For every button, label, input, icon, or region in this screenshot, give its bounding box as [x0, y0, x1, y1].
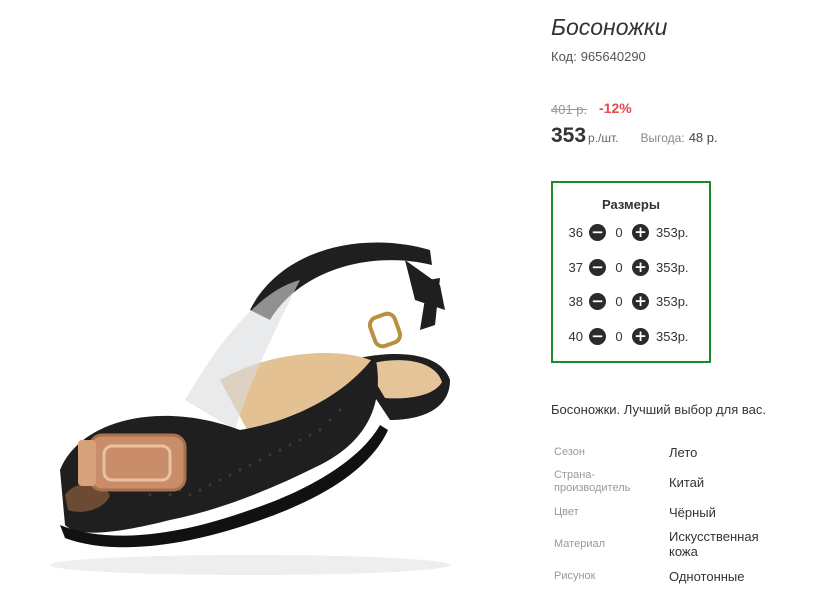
size-price: 353р.: [656, 224, 689, 240]
attr-label-pattern: Рисунок: [554, 570, 596, 582]
size-value: 36: [568, 224, 583, 240]
size-row: 40 − 0 + 353р.: [563, 325, 689, 347]
size-price: 353р.: [656, 293, 689, 309]
attr-value-season: Лето: [669, 445, 698, 460]
size-value: 37: [568, 259, 583, 275]
savings-label: Выгода:: [640, 131, 685, 145]
product-description: Босоножки. Лучший выбор для вас.: [551, 402, 766, 417]
quantity-value[interactable]: 0: [606, 294, 632, 309]
attr-label-country: Страна- производитель: [554, 469, 630, 495]
attr-label-color: Цвет: [554, 506, 579, 518]
attr-label-material: Материал: [554, 538, 605, 550]
quantity-value[interactable]: 0: [606, 329, 632, 344]
attr-value-material: Искусственная кожа: [669, 529, 759, 559]
attr-value-material-line2: кожа: [669, 544, 698, 559]
price-row: 353 р./шт. Выгода: 48 р.: [551, 124, 718, 148]
plus-circle-icon[interactable]: +: [632, 327, 649, 345]
minus-circle-icon[interactable]: −: [589, 258, 606, 276]
size-row: 37 − 0 + 353р.: [563, 256, 689, 278]
minus-circle-icon[interactable]: −: [589, 223, 606, 241]
size-price: 353р.: [656, 328, 689, 344]
product-code-value: 965640290: [580, 49, 646, 64]
size-price: 353р.: [656, 259, 689, 275]
attr-value-color: Чёрный: [669, 505, 716, 520]
attr-value-pattern: Однотонные: [669, 569, 745, 584]
quantity-value[interactable]: 0: [606, 260, 632, 275]
product-code: Код: 965640290: [551, 49, 646, 64]
attr-label-country-line2: производитель: [554, 482, 631, 494]
minus-circle-icon[interactable]: −: [589, 327, 606, 345]
product-code-label: Код:: [551, 49, 577, 64]
minus-circle-icon[interactable]: −: [589, 292, 606, 310]
current-price: 353: [551, 124, 587, 147]
savings-value: 48 р.: [688, 130, 718, 145]
product-title: Босоножки: [551, 14, 668, 40]
quantity-value[interactable]: 0: [606, 225, 632, 240]
size-value: 38: [568, 293, 583, 309]
plus-circle-icon[interactable]: +: [632, 292, 649, 310]
attr-label-country-line1: Страна-: [554, 469, 596, 481]
attr-value-country: Китай: [669, 475, 705, 490]
discount-badge: -12%: [599, 100, 632, 116]
product-image: [50, 242, 450, 575]
old-price: 401 р.: [551, 102, 588, 117]
plus-circle-icon[interactable]: +: [632, 258, 649, 276]
size-value: 40: [568, 328, 583, 344]
plus-circle-icon[interactable]: +: [632, 223, 649, 241]
sizes-panel: Размеры 36 − 0 + 353р. 37 − 0 + 353р. 38…: [551, 181, 711, 363]
sizes-title: Размеры: [602, 197, 660, 212]
price-unit: р./шт.: [588, 131, 619, 145]
attr-label-season: Сезон: [554, 446, 585, 458]
size-row: 38 − 0 + 353р.: [563, 290, 689, 312]
size-row: 36 − 0 + 353р.: [563, 221, 689, 243]
attr-value-material-line1: Искусственная: [669, 529, 759, 544]
